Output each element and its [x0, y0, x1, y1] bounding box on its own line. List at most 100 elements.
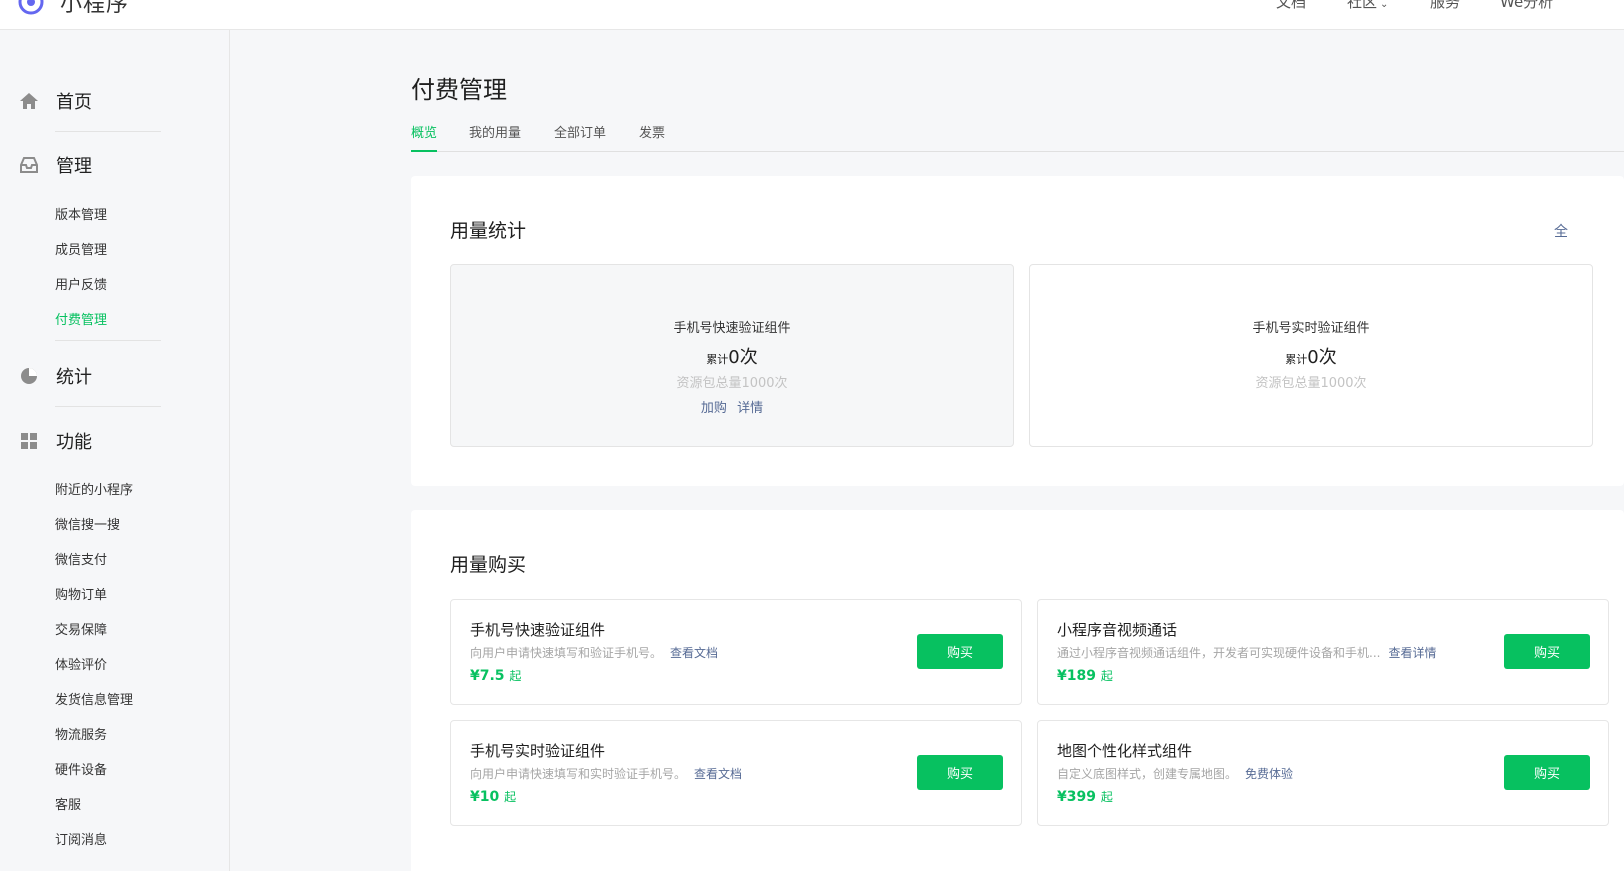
price-value: ¥7.5 [470, 668, 505, 684]
usage-card-links: 加购 详情 [451, 397, 1013, 416]
pie-chart-icon [18, 365, 40, 387]
usage-card-total: 资源包总量1000次 [1255, 376, 1367, 391]
sidebar: 首页 管理 版本管理 成员管理 用户反馈 付费管理 统计 功能 附近的小程序 微… [0, 30, 230, 871]
sidebar-group-label: 统计 [56, 367, 92, 388]
price-value: ¥399 [1057, 789, 1096, 805]
topnav-services[interactable]: 服务 [1430, 0, 1460, 12]
view-docs-link[interactable]: 查看文档 [694, 767, 742, 781]
usage-stats-all-link[interactable]: 全 [1554, 221, 1568, 241]
purchase-item-desc: 通过小程序音视频通话组件，开发者可实现硬件设备和手机... 查看详情 [1057, 644, 1436, 661]
usage-card-name: 手机号实时验证组件 [1252, 321, 1370, 336]
price-suffix: 起 [504, 790, 517, 804]
top-nav: 文档 社区 ⌄ 服务 We分析 [0, 0, 1624, 11]
purchase-item-name: 小程序音视频通话 [1057, 621, 1178, 639]
tab-overview[interactable]: 概览 [411, 122, 438, 152]
sidebar-item-billing[interactable]: 付费管理 [55, 309, 107, 328]
purchase-item-desc-text: 通过小程序音视频通话组件，开发者可实现硬件设备和手机... [1057, 646, 1381, 660]
sidebar-item-nearby[interactable]: 附近的小程序 [55, 479, 133, 498]
sidebar-group-manage[interactable]: 管理 [18, 152, 92, 178]
grid-icon [18, 430, 40, 452]
topnav-docs[interactable]: 文档 [1276, 0, 1306, 12]
main-content: 付费管理 概览 我的用量 全部订单 发票 用量统计 全 手机号快速验证组件 累计… [411, 30, 1624, 871]
purchase-item-realtime-verify: 手机号实时验证组件 向用户申请快速填写和实时验证手机号。 查看文档 ¥10 起 购… [450, 720, 1022, 826]
sidebar-group-label: 首页 [56, 92, 92, 113]
usage-purchase-panel: 用量购买 手机号快速验证组件 向用户申请快速填写和验证手机号。 查看文档 ¥7.5… [411, 510, 1624, 871]
price-suffix: 起 [509, 669, 522, 683]
usage-card-count: 累计0次 [1030, 343, 1592, 369]
topnav-community[interactable]: 社区 ⌄ [1347, 0, 1388, 12]
details-link[interactable]: 详情 [737, 401, 763, 416]
buy-button[interactable]: 购买 [1504, 634, 1590, 669]
price-suffix: 起 [1100, 790, 1113, 804]
purchase-item-name: 地图个性化样式组件 [1057, 742, 1193, 760]
sidebar-item-members[interactable]: 成员管理 [55, 239, 107, 258]
sidebar-item-orders[interactable]: 购物订单 [55, 584, 107, 603]
top-bar: 小程序 文档 社区 ⌄ 服务 We分析 [0, 0, 1624, 30]
sidebar-group-label: 功能 [56, 432, 92, 453]
page-title: 付费管理 [411, 76, 507, 104]
purchase-item-quick-verify: 手机号快速验证组件 向用户申请快速填写和验证手机号。 查看文档 ¥7.5 起 购买 [450, 599, 1022, 705]
sidebar-item-logistics[interactable]: 物流服务 [55, 724, 107, 743]
purchase-item-desc: 向用户申请快速填写和实时验证手机号。 查看文档 [470, 765, 742, 782]
home-icon [18, 90, 40, 112]
sidebar-item-hardware[interactable]: 硬件设备 [55, 759, 107, 778]
purchase-item-map-style: 地图个性化样式组件 自定义底图样式，创建专属地图。 免费体验 ¥399 起 购买 [1037, 720, 1609, 826]
divider [55, 340, 161, 341]
sidebar-item-search[interactable]: 微信搜一搜 [55, 514, 120, 533]
sidebar-group-features[interactable]: 功能 [18, 428, 92, 454]
usage-card-count-value: 0次 [728, 347, 758, 368]
usage-card-count: 累计0次 [451, 343, 1013, 369]
tab-bar: 概览 我的用量 全部订单 发票 [411, 122, 1624, 152]
purchase-item-price: ¥399 起 [1057, 788, 1113, 805]
purchase-item-desc-text: 自定义底图样式，创建专属地图。 [1057, 767, 1238, 781]
sidebar-item-review[interactable]: 体验评价 [55, 654, 107, 673]
add-purchase-link[interactable]: 加购 [701, 401, 727, 416]
usage-card-realtime-verify: 手机号实时验证组件 累计0次 资源包总量1000次 [1029, 264, 1593, 447]
sidebar-item-customer-service[interactable]: 客服 [55, 794, 81, 813]
view-docs-link[interactable]: 查看文档 [670, 646, 718, 660]
tab-invoice[interactable]: 发票 [639, 122, 665, 152]
chevron-down-icon: ⌄ [1380, 0, 1389, 10]
purchase-item-av-call: 小程序音视频通话 通过小程序音视频通话组件，开发者可实现硬件设备和手机... 查看… [1037, 599, 1609, 705]
tab-my-usage[interactable]: 我的用量 [469, 122, 521, 152]
sidebar-group-label: 管理 [56, 156, 92, 177]
topnav-we-analytics[interactable]: We分析 [1500, 0, 1553, 12]
free-trial-link[interactable]: 免费体验 [1245, 767, 1293, 781]
price-value: ¥10 [470, 789, 500, 805]
purchase-item-name: 手机号快速验证组件 [470, 621, 606, 639]
buy-button[interactable]: 购买 [917, 755, 1003, 790]
tab-all-orders[interactable]: 全部订单 [554, 122, 606, 152]
purchase-item-price: ¥189 起 [1057, 667, 1113, 684]
divider [55, 406, 161, 407]
sidebar-group-stats[interactable]: 统计 [18, 363, 92, 389]
sidebar-item-feedback[interactable]: 用户反馈 [55, 274, 107, 293]
usage-purchase-title: 用量购买 [450, 554, 527, 576]
purchase-item-desc-text: 向用户申请快速填写和实时验证手机号。 [470, 767, 687, 781]
topnav-community-label: 社区 [1347, 0, 1378, 11]
sidebar-item-version[interactable]: 版本管理 [55, 204, 107, 223]
divider [55, 131, 161, 132]
price-value: ¥189 [1057, 668, 1096, 684]
purchase-item-desc: 向用户申请快速填写和验证手机号。 查看文档 [470, 644, 718, 661]
usage-card-count-value: 0次 [1307, 347, 1337, 368]
sidebar-item-guarantee[interactable]: 交易保障 [55, 619, 107, 638]
purchase-item-desc: 自定义底图样式，创建专属地图。 免费体验 [1057, 765, 1293, 782]
usage-card-total: 资源包总量1000次 [676, 376, 788, 391]
purchase-item-desc-text: 向用户申请快速填写和验证手机号。 [470, 646, 663, 660]
purchase-item-price: ¥7.5 起 [470, 667, 521, 684]
purchase-item-price: ¥10 起 [470, 788, 516, 805]
sidebar-item-shipping-info[interactable]: 发货信息管理 [55, 689, 133, 708]
usage-stats-panel: 用量统计 全 手机号快速验证组件 累计0次 资源包总量1000次 加购 详情 手… [411, 176, 1624, 486]
inbox-icon [18, 154, 40, 176]
usage-card-count-prefix: 累计 [706, 353, 729, 366]
buy-button[interactable]: 购买 [917, 634, 1003, 669]
sidebar-group-home[interactable]: 首页 [18, 88, 92, 114]
view-details-link[interactable]: 查看详情 [1388, 646, 1436, 660]
buy-button[interactable]: 购买 [1504, 755, 1590, 790]
sidebar-item-pay[interactable]: 微信支付 [55, 549, 107, 568]
purchase-item-name: 手机号实时验证组件 [470, 742, 606, 760]
price-suffix: 起 [1100, 669, 1113, 683]
sidebar-item-subscribe-msg[interactable]: 订阅消息 [55, 829, 107, 848]
usage-stats-title: 用量统计 [450, 220, 527, 242]
usage-card-quick-verify: 手机号快速验证组件 累计0次 资源包总量1000次 加购 详情 [450, 264, 1014, 447]
